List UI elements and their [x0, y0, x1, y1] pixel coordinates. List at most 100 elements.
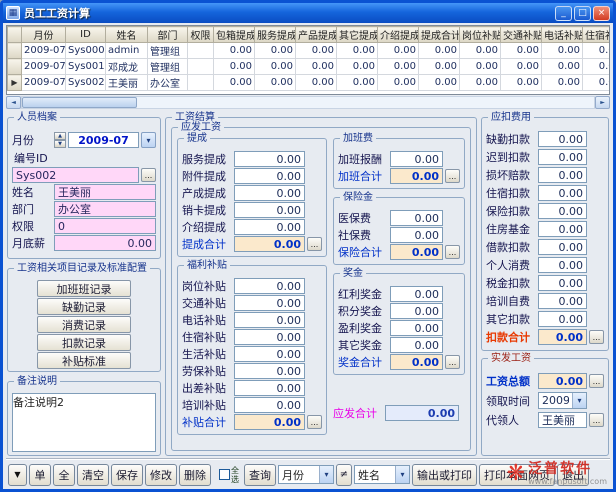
modify-button[interactable]: 修改 — [145, 464, 177, 486]
grid-cell[interactable]: 管理组 — [148, 59, 188, 75]
filter-field-combo[interactable]: 月份 ▾ — [278, 465, 334, 484]
field-value[interactable] — [234, 219, 305, 235]
record-button[interactable]: 消费记录 — [37, 316, 131, 333]
grid-cell[interactable]: 0.00 — [296, 43, 337, 59]
operator-button[interactable]: ≠ — [336, 464, 352, 486]
ellipsis-button[interactable]: ... — [445, 245, 460, 259]
field-value[interactable] — [234, 312, 305, 328]
scroll-right-button[interactable]: ► — [595, 96, 610, 109]
field-value[interactable] — [234, 397, 305, 413]
grid-cell[interactable]: 管理组 — [148, 43, 188, 59]
grid-cell[interactable]: 0.00 — [583, 75, 611, 91]
permission-field[interactable] — [54, 218, 156, 234]
grid-column-header[interactable]: 服务提成 — [255, 27, 296, 43]
grid-cell[interactable]: 0.00 — [419, 59, 460, 75]
name-filter-combo[interactable]: 姓名 ▾ — [354, 465, 410, 484]
grid-cell[interactable]: 0.00 — [378, 43, 419, 59]
ellipsis-button[interactable]: ... — [589, 413, 604, 427]
grid-cell[interactable]: 0.00 — [501, 43, 542, 59]
scrollbar-track[interactable] — [21, 96, 595, 109]
grid-horizontal-scrollbar[interactable]: ◄ ► — [6, 96, 610, 109]
ellipsis-button[interactable]: ... — [307, 237, 322, 251]
print-page-button[interactable]: 打印本面网页 — [479, 464, 555, 486]
record-button[interactable]: 补贴标准 — [37, 352, 131, 369]
field-value[interactable] — [538, 167, 587, 183]
grid-cell[interactable]: 0.00 — [583, 43, 611, 59]
grid-cell[interactable]: 0.00 — [296, 59, 337, 75]
record-button[interactable]: 加班班记录 — [37, 280, 131, 297]
ellipsis-button[interactable]: ... — [445, 355, 460, 369]
spin-down-icon[interactable]: ▼ — [54, 140, 66, 148]
field-value[interactable] — [390, 168, 443, 184]
month-field[interactable] — [68, 132, 139, 148]
grid-cell[interactable]: 办公室 — [148, 75, 188, 91]
grid-cell[interactable]: 0.00 — [255, 75, 296, 91]
field-value[interactable] — [538, 257, 587, 273]
field-value[interactable] — [538, 203, 587, 219]
name-field[interactable] — [54, 184, 156, 200]
field-value[interactable] — [538, 131, 587, 147]
ellipsis-button[interactable]: ... — [589, 374, 604, 388]
field-value[interactable] — [234, 329, 305, 345]
field-value[interactable] — [234, 363, 305, 379]
field-value[interactable] — [234, 236, 305, 252]
single-button[interactable]: 单 — [29, 464, 51, 486]
grid-cell[interactable]: 2009-07 — [22, 59, 66, 75]
grid-cell[interactable]: 0.00 — [460, 75, 501, 91]
grid-column-header[interactable]: 电话补贴 — [542, 27, 583, 43]
grid-cell[interactable] — [188, 59, 214, 75]
grid-column-header[interactable]: 交通补贴 — [501, 27, 542, 43]
save-button[interactable]: 保存 — [111, 464, 143, 486]
grid-cell[interactable]: 0.00 — [214, 75, 255, 91]
delete-button[interactable]: 删除 — [179, 464, 211, 486]
ellipsis-button[interactable]: ... — [307, 415, 322, 429]
agent-field[interactable] — [538, 412, 587, 428]
dropdown-arrow-icon[interactable]: ▾ — [319, 466, 333, 483]
grid-cell[interactable]: 0.00 — [337, 75, 378, 91]
grid-cell[interactable]: 0.00 — [337, 59, 378, 75]
department-field[interactable] — [54, 201, 156, 217]
grid-column-header[interactable]: 其它提成 — [337, 27, 378, 43]
field-value[interactable] — [390, 210, 443, 226]
grid-cell[interactable]: Sys001 — [66, 59, 106, 75]
field-value[interactable] — [234, 414, 305, 430]
grid-column-header[interactable]: 介绍提成 — [378, 27, 419, 43]
field-value[interactable] — [390, 320, 443, 336]
grid-column-header[interactable]: 包箱提成 — [214, 27, 255, 43]
all-button[interactable]: 全 — [53, 464, 75, 486]
output-print-button[interactable]: 输出或打印 — [412, 464, 477, 486]
field-value[interactable] — [234, 168, 305, 184]
grid-cell[interactable]: 0.00 — [583, 59, 611, 75]
scroll-left-button[interactable]: ◄ — [6, 96, 21, 109]
grid-column-header[interactable]: ID — [66, 27, 106, 43]
grid-cell[interactable]: 0.00 — [542, 43, 583, 59]
query-button[interactable]: 查询 — [244, 464, 276, 486]
field-value[interactable] — [538, 311, 587, 327]
grid-cell[interactable]: 2009-07 — [22, 43, 66, 59]
grid-column-header[interactable]: 姓名 — [106, 27, 148, 43]
grid-cell[interactable]: Sys002 — [66, 75, 106, 91]
grid-column-header[interactable]: 产品提成 — [296, 27, 337, 43]
grid-cell[interactable]: 0.00 — [460, 43, 501, 59]
field-value[interactable] — [538, 185, 587, 201]
grid-cell[interactable] — [188, 75, 214, 91]
grid-cell[interactable]: 0.00 — [255, 59, 296, 75]
grid-cell[interactable]: 2009-07 — [22, 75, 66, 91]
field-value[interactable] — [234, 278, 305, 294]
scrollbar-thumb[interactable] — [22, 97, 137, 108]
field-value[interactable] — [234, 346, 305, 362]
grid-cell[interactable]: 0.00 — [501, 75, 542, 91]
receive-time-combo[interactable]: ▾ — [538, 392, 587, 409]
dropdown-arrow-icon[interactable]: ▾ — [395, 466, 409, 483]
ellipsis-button[interactable]: ... — [141, 168, 156, 182]
field-value[interactable] — [234, 380, 305, 396]
select-all-checkbox[interactable] — [219, 469, 230, 480]
exit-button[interactable]: 退出 — [557, 464, 589, 486]
employee-id-field[interactable] — [12, 167, 139, 183]
receive-time-field[interactable] — [539, 393, 572, 408]
field-value[interactable] — [390, 227, 443, 243]
grid-row-selector[interactable] — [8, 59, 22, 75]
grid-cell[interactable]: admin — [106, 43, 148, 59]
grid-cell[interactable]: 0.00 — [214, 43, 255, 59]
grid-column-header[interactable]: 提成合计 — [419, 27, 460, 43]
